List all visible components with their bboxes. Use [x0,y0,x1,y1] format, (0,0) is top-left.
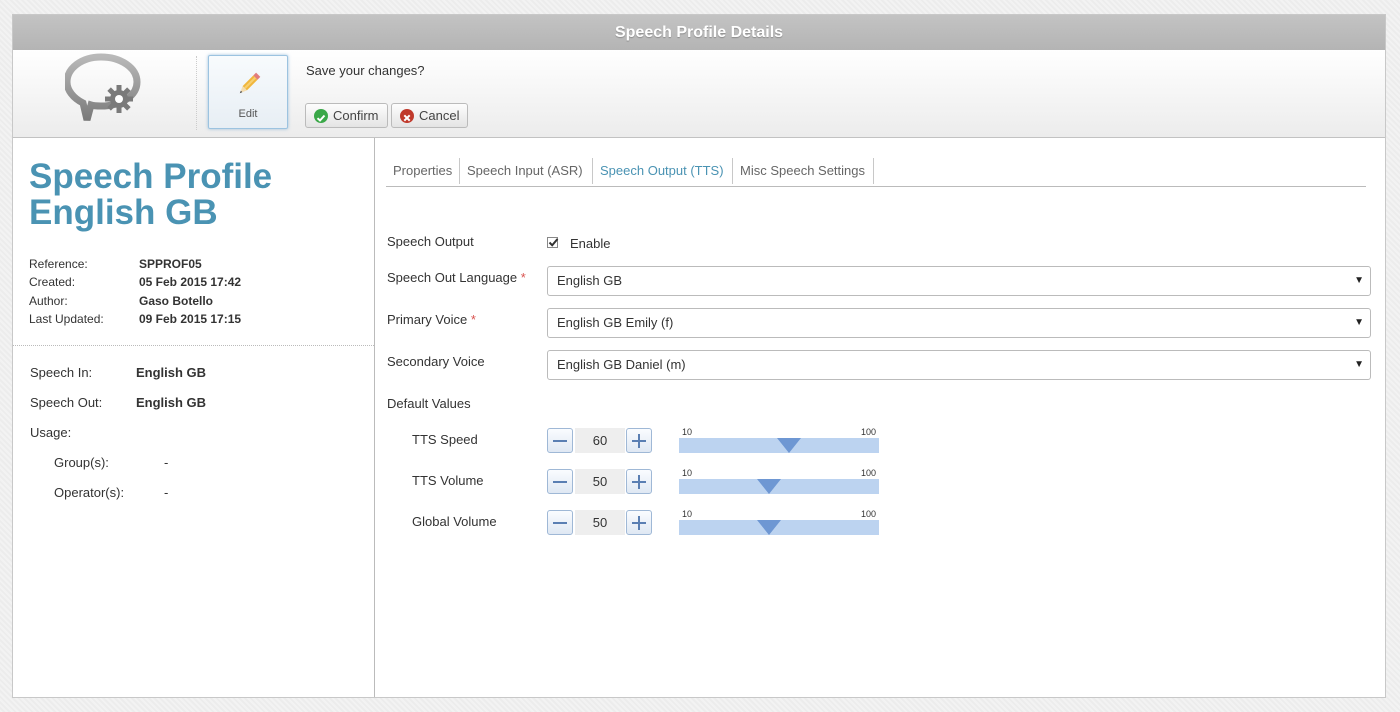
speech-in-label: Speech In: [30,365,93,380]
global-volume-value[interactable]: 50 [575,510,625,535]
primary-voice-select[interactable]: English GB Emily (f) ▼ [547,308,1371,338]
profile-title-line1: Speech Profile [29,157,273,196]
tab-speech-output[interactable]: Speech Output (TTS) [593,158,733,184]
tab-properties[interactable]: Properties [386,158,460,184]
save-prompt: Save your changes? [306,63,425,78]
cancel-button-label: Cancel [419,108,460,123]
confirm-button-label: Confirm [333,108,379,123]
default-values-label: Default Values [387,396,471,411]
reference-label: Reference: [29,257,88,271]
check-circle-icon [314,109,328,123]
toolbar-divider [196,56,197,130]
global-volume-slider[interactable]: 10 100 [679,509,879,535]
speech-out-language-select[interactable]: English GB ▼ [547,266,1371,296]
speech-out-label: Speech Out: [30,395,103,410]
tts-volume-decrease-button[interactable] [547,469,573,494]
tts-volume-min-label: 10 [682,468,693,478]
confirm-button[interactable]: Confirm [305,103,388,128]
speech-profile-window: Speech Profile Details Edit Save your ch… [12,14,1386,698]
tts-speed-label: TTS Speed [412,432,478,447]
last-updated-label: Last Updated: [29,312,104,326]
profile-meta: Reference: SPPROF05 Created: 05 Feb 2015… [29,257,369,337]
enable-label: Enable [570,236,611,251]
tts-speed-increase-button[interactable] [626,428,652,453]
cancel-button[interactable]: Cancel [391,103,468,128]
speech-out-language-value: English GB [557,273,623,288]
dropdown-arrow-icon: ▼ [1354,275,1364,286]
global-volume-max-label: 100 [860,509,876,519]
tab-speech-input[interactable]: Speech Input (ASR) [460,158,593,184]
tts-volume-label: TTS Volume [412,473,484,488]
tts-volume-slider[interactable]: 10 100 [679,468,879,494]
tts-speed-handle[interactable] [776,438,801,453]
profile-summary-panel: Speech Profile English GB Reference: SPP… [13,138,375,697]
groups-value: - [164,455,169,470]
tts-volume-value[interactable]: 50 [575,469,625,494]
primary-voice-label: Primary Voice * [387,312,476,327]
tts-volume-max-label: 100 [860,468,876,478]
profile-title: Speech Profile English GB [29,159,272,231]
tts-volume-handle[interactable] [757,479,782,494]
tts-speed-min-label: 10 [682,427,693,437]
required-marker: * [520,270,526,285]
usage-label: Usage: [30,425,72,440]
global-volume-decrease-button[interactable] [547,510,573,535]
secondary-voice-select[interactable]: English GB Daniel (m) ▼ [547,350,1371,380]
window-title: Speech Profile Details [13,15,1385,50]
tts-volume-increase-button[interactable] [626,469,652,494]
tts-speed-decrease-button[interactable] [547,428,573,453]
speech-out-value: English GB [136,395,207,410]
profile-title-line2: English GB [29,193,218,232]
speech-settings-logo-icon [63,53,147,125]
summary-divider [13,345,374,346]
tts-speed-value[interactable]: 60 [575,428,625,453]
enable-checkbox[interactable] [547,237,559,248]
speech-in-value: English GB [136,365,207,380]
pencil-icon [235,70,263,101]
reference-value: SPPROF05 [139,257,202,271]
dropdown-arrow-icon: ▼ [1354,317,1364,328]
primary-voice-value: English GB Emily (f) [557,315,674,330]
speech-output-label: Speech Output [387,234,474,249]
operators-label: Operator(s): [54,485,125,500]
edit-button[interactable]: Edit [208,55,288,129]
primary-voice-label-text: Primary Voice [387,312,468,327]
toolbar: Edit Save your changes? Confirm Cancel [13,50,1385,138]
global-volume-increase-button[interactable] [626,510,652,535]
tts-speed-slider[interactable]: 10 100 [679,427,879,453]
created-value: 05 Feb 2015 17:42 [139,275,242,289]
created-label: Created: [29,275,76,289]
edit-button-label: Edit [238,108,258,120]
tab-bar: Properties Speech Input (ASR) Speech Out… [386,158,1366,187]
global-volume-min-label: 10 [682,509,693,519]
secondary-voice-value: English GB Daniel (m) [557,357,686,372]
global-volume-label: Global Volume [412,514,497,529]
dropdown-arrow-icon: ▼ [1354,359,1364,370]
speech-out-language-label-text: Speech Out Language [387,270,518,285]
author-label: Author: [29,294,68,308]
operators-value: - [164,485,169,500]
groups-label: Group(s): [54,455,109,470]
tts-speed-max-label: 100 [860,427,876,437]
author-value: Gaso Botello [139,294,214,308]
close-circle-icon [400,109,414,123]
speech-out-language-label: Speech Out Language * [387,270,526,285]
secondary-voice-label: Secondary Voice [387,354,485,369]
tab-misc-speech-settings[interactable]: Misc Speech Settings [733,158,874,184]
required-marker: * [470,312,476,327]
last-updated-value: 09 Feb 2015 17:15 [139,312,242,326]
global-volume-handle[interactable] [757,520,782,535]
